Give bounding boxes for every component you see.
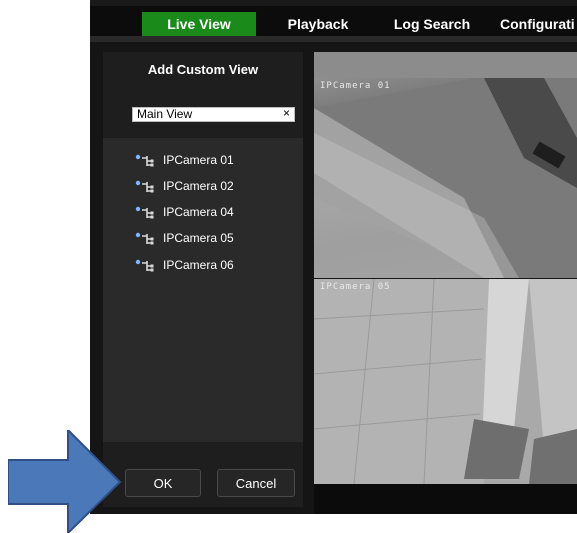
tab-log-search[interactable]: Log Search — [382, 12, 482, 36]
panel-title: Add Custom View — [147, 62, 259, 77]
frame-divider — [90, 36, 577, 42]
feed-camera-label: IPCamera 05 — [320, 282, 391, 292]
camera-tree-icon — [135, 259, 154, 272]
camera-tree-icon — [135, 206, 154, 219]
clear-icon[interactable]: × — [283, 107, 290, 120]
tab-live-view[interactable]: Live View — [142, 12, 256, 36]
video-feed-camera-05[interactable]: IPCamera 05 — [314, 279, 577, 484]
tab-playback[interactable]: Playback — [276, 12, 360, 36]
list-item-camera-01[interactable]: IPCamera 01 — [135, 151, 234, 169]
camera-tree-icon — [135, 154, 154, 167]
blue-arrow-annotation — [8, 430, 122, 533]
video-feed-camera-01[interactable]: IPCamera 01 — [314, 78, 577, 278]
list-item-camera-02[interactable]: IPCamera 02 — [135, 177, 234, 195]
camera-name: IPCamera 02 — [163, 179, 234, 193]
list-item-camera-05[interactable]: IPCamera 05 — [135, 229, 234, 247]
list-item-camera-04[interactable]: IPCamera 04 — [135, 203, 234, 221]
video-status-bar — [314, 484, 577, 514]
camera-name: IPCamera 05 — [163, 231, 234, 245]
camera-name: IPCamera 06 — [163, 258, 234, 272]
camera-05-image — [314, 279, 577, 484]
camera-tree-icon — [135, 180, 154, 193]
camera-name: IPCamera 01 — [163, 153, 234, 167]
view-name-input[interactable]: Main View × — [132, 107, 295, 122]
ok-button[interactable]: OK — [125, 469, 201, 497]
camera-01-image — [314, 78, 577, 278]
camera-tree-icon — [135, 232, 154, 245]
video-toolbar — [314, 52, 577, 78]
feed-camera-label: IPCamera 01 — [320, 81, 391, 91]
camera-name: IPCamera 04 — [163, 205, 234, 219]
cancel-button[interactable]: Cancel — [217, 469, 295, 497]
list-item-camera-06[interactable]: IPCamera 06 — [135, 256, 234, 274]
view-name-value: Main View — [137, 107, 193, 121]
tab-configuration[interactable]: Configurati — [500, 12, 577, 36]
top-navigation: Live View Playback Log Search Configurat… — [90, 0, 577, 36]
